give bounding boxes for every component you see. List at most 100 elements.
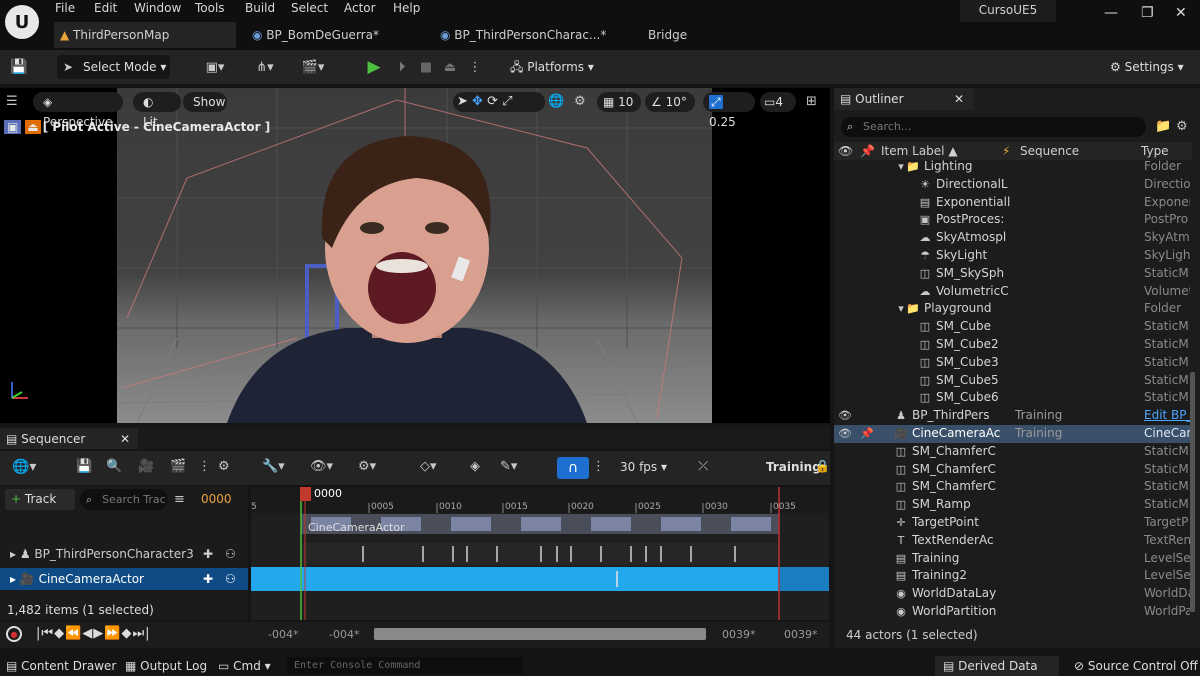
- range-end[interactable]: 0039*: [722, 628, 756, 641]
- key-icon[interactable]: ◇▾: [420, 459, 437, 474]
- menu-build[interactable]: Build: [245, 1, 275, 17]
- menu-window[interactable]: Window: [134, 1, 181, 17]
- outliner-settings-icon[interactable]: ⚙: [1176, 119, 1188, 134]
- viewport-menu-icon[interactable]: ☰: [6, 94, 18, 109]
- transport-controls[interactable]: |⏮◆⏪◀▶⏩◆⏭|: [36, 626, 151, 641]
- outliner-row[interactable]: 👁 ♟ BP_ThirdPers Training Edit BP_: [834, 407, 1192, 425]
- lit-button[interactable]: ◐ Lit: [133, 92, 181, 129]
- move-tool-icon[interactable]: ✥: [472, 94, 483, 109]
- menu-file[interactable]: File: [55, 1, 75, 17]
- tab-bp-bomdeguerra[interactable]: ◉ BP_BomDeGuerra*: [246, 22, 431, 48]
- track-row[interactable]: ▸ ♟ BP_ThirdPersonCharacter3 ✚ ⚇: [0, 543, 248, 565]
- expand-icon[interactable]: ▸: [10, 547, 20, 561]
- close-tab-icon[interactable]: ✕: [954, 88, 964, 110]
- track-row-selected[interactable]: ▸ 🎥 CineCameraActor ✚ ⚇: [0, 568, 248, 590]
- menu-tools[interactable]: Tools: [195, 1, 225, 17]
- minimize-icon[interactable]: —: [1104, 5, 1118, 21]
- cmd-dropdown[interactable]: ▭ Cmd ▾: [218, 659, 271, 673]
- outliner-row[interactable]: ◫ SM_Cube StaticM: [834, 318, 1192, 336]
- cinematics-icon[interactable]: 🎬▾: [296, 58, 330, 76]
- world-icon[interactable]: 🌐▾: [12, 459, 36, 475]
- lock-icon[interactable]: 🔒: [815, 459, 830, 473]
- stop-icon[interactable]: ■: [416, 57, 436, 77]
- console-input[interactable]: Enter Console Command: [287, 657, 523, 674]
- outliner-row[interactable]: ▾ 📁 Playground Folder: [834, 300, 1192, 318]
- save-icon[interactable]: 💾: [10, 58, 28, 76]
- content-drawer-button[interactable]: ▤ Content Drawer: [6, 659, 116, 673]
- transform-tools[interactable]: ➤ ✥ ⟳ ⤢: [453, 92, 545, 112]
- actions-icon[interactable]: ⚙: [218, 459, 230, 474]
- more-icon[interactable]: ⋮: [198, 459, 211, 474]
- outliner-row[interactable]: ◉ WorldPartition WorldPa: [834, 603, 1192, 621]
- outliner-row[interactable]: ◉ WorldDataLay WorldDa: [834, 585, 1192, 603]
- select-mode-dropdown[interactable]: Select Mode ▾: [57, 55, 170, 79]
- show-button[interactable]: Show: [183, 92, 227, 112]
- tab-thirdpersonmap[interactable]: ▲ ThirdPersonMap: [54, 22, 236, 48]
- unreal-logo[interactable]: U: [5, 5, 39, 39]
- view-options-icon[interactable]: 👁▾: [310, 459, 333, 474]
- tab-bridge[interactable]: Bridge: [642, 22, 702, 48]
- surface-snap-icon[interactable]: ⚙: [574, 94, 586, 109]
- outliner-row[interactable]: ◫ SM_ChamferC StaticM: [834, 478, 1192, 496]
- outliner-row[interactable]: T TextRenderAc TextRen: [834, 532, 1192, 550]
- outliner-row-selected[interactable]: 👁 📌 🎥 CineCameraAc Training CineCan: [834, 425, 1192, 443]
- bind-icon[interactable]: ⚇: [225, 543, 236, 565]
- more-options-icon[interactable]: ⋮: [468, 57, 482, 77]
- close-window-icon[interactable]: ✕: [1175, 5, 1187, 21]
- step-forward-icon[interactable]: ⏩: [104, 626, 121, 641]
- menu-actor[interactable]: Actor: [344, 1, 376, 17]
- snap-options-icon[interactable]: ⋮: [592, 459, 605, 474]
- scale-tool-icon[interactable]: ⤢: [502, 94, 512, 109]
- timeline-scrollbar[interactable]: [374, 628, 706, 640]
- camera-pilot-icon[interactable]: ▣: [4, 120, 22, 134]
- outliner-row[interactable]: ◫ SM_Ramp StaticM: [834, 496, 1192, 514]
- playback-options-icon[interactable]: ⚙▾: [358, 459, 376, 474]
- visibility-icon[interactable]: 👁: [838, 407, 852, 425]
- perspective-button[interactable]: ◈ Perspective: [33, 92, 123, 129]
- rotate-tool-icon[interactable]: ⟳: [487, 94, 498, 109]
- outliner-row[interactable]: ☀ DirectionalL Directio: [834, 176, 1192, 194]
- pin-icon[interactable]: 📌: [860, 425, 874, 443]
- add-track-button[interactable]: + Track: [5, 489, 75, 510]
- visibility-icon[interactable]: 👁: [838, 425, 852, 443]
- next-key-icon[interactable]: ◆: [121, 626, 132, 641]
- rotation-snap-button[interactable]: ∠ 10°: [645, 92, 695, 112]
- layout-icon[interactable]: ⊞: [806, 94, 817, 109]
- bind-icon[interactable]: ⚇: [225, 568, 236, 590]
- filter-icon[interactable]: ≡: [174, 492, 185, 507]
- grid-snap-button[interactable]: ▦ 10: [597, 92, 641, 112]
- step-back-icon[interactable]: ⏪: [65, 626, 82, 641]
- step-icon[interactable]: ⏵: [392, 57, 412, 77]
- edit-mode-icon[interactable]: ✎▾: [500, 459, 517, 474]
- source-control-button[interactable]: ⊘ Source Control Off: [1074, 659, 1198, 673]
- outliner-scrollbar[interactable]: [1190, 372, 1195, 612]
- eject-pilot-icon[interactable]: ⏏: [25, 120, 41, 134]
- viewport-scene[interactable]: [117, 88, 712, 423]
- maximize-icon[interactable]: ❐: [1141, 5, 1154, 21]
- tab-sequencer[interactable]: ▤ Sequencer ✕: [0, 429, 138, 449]
- menu-help[interactable]: Help: [393, 1, 420, 17]
- outliner-row[interactable]: ▾ 📁 Lighting Folder: [834, 158, 1192, 176]
- tab-bp-thirdperson[interactable]: ◉ BP_ThirdPersonCharac...*: [434, 22, 629, 48]
- jump-end-icon[interactable]: ⏭|: [132, 626, 150, 641]
- camera-speed-button[interactable]: ▭4: [760, 92, 796, 112]
- select-tool-icon[interactable]: ➤: [457, 94, 468, 109]
- auto-key-icon[interactable]: ◈: [470, 459, 480, 474]
- tab-outliner[interactable]: ▤ Outliner ✕: [834, 88, 974, 110]
- menu-edit[interactable]: Edit: [94, 1, 117, 17]
- outliner-row[interactable]: ◫ SM_Cube6 StaticM: [834, 389, 1192, 407]
- scale-snap-button[interactable]: ⤢ 0.25: [703, 92, 755, 129]
- record-icon[interactable]: ●: [6, 626, 22, 642]
- playhead-label[interactable]: 0000: [314, 487, 342, 500]
- play-forward-icon[interactable]: ▶: [93, 626, 104, 641]
- outliner-row[interactable]: ☂ SkyLight SkyLigh: [834, 247, 1192, 265]
- outliner-row[interactable]: ◫ SM_Cube2 StaticM: [834, 336, 1192, 354]
- add-folder-icon[interactable]: 📁: [1155, 119, 1171, 134]
- clapper-icon[interactable]: 🎬: [170, 459, 186, 474]
- save-sequence-icon[interactable]: 💾: [76, 459, 92, 474]
- track-search-input[interactable]: ⌕ Search Trac: [80, 489, 168, 510]
- output-log-button[interactable]: ▦ Output Log: [125, 659, 207, 673]
- outliner-row[interactable]: ☁ SkyAtmospl SkyAtm: [834, 229, 1192, 247]
- blueprint-menu-icon[interactable]: ⋔▾: [248, 58, 282, 76]
- outliner-row[interactable]: ✛ TargetPoint TargetP: [834, 514, 1192, 532]
